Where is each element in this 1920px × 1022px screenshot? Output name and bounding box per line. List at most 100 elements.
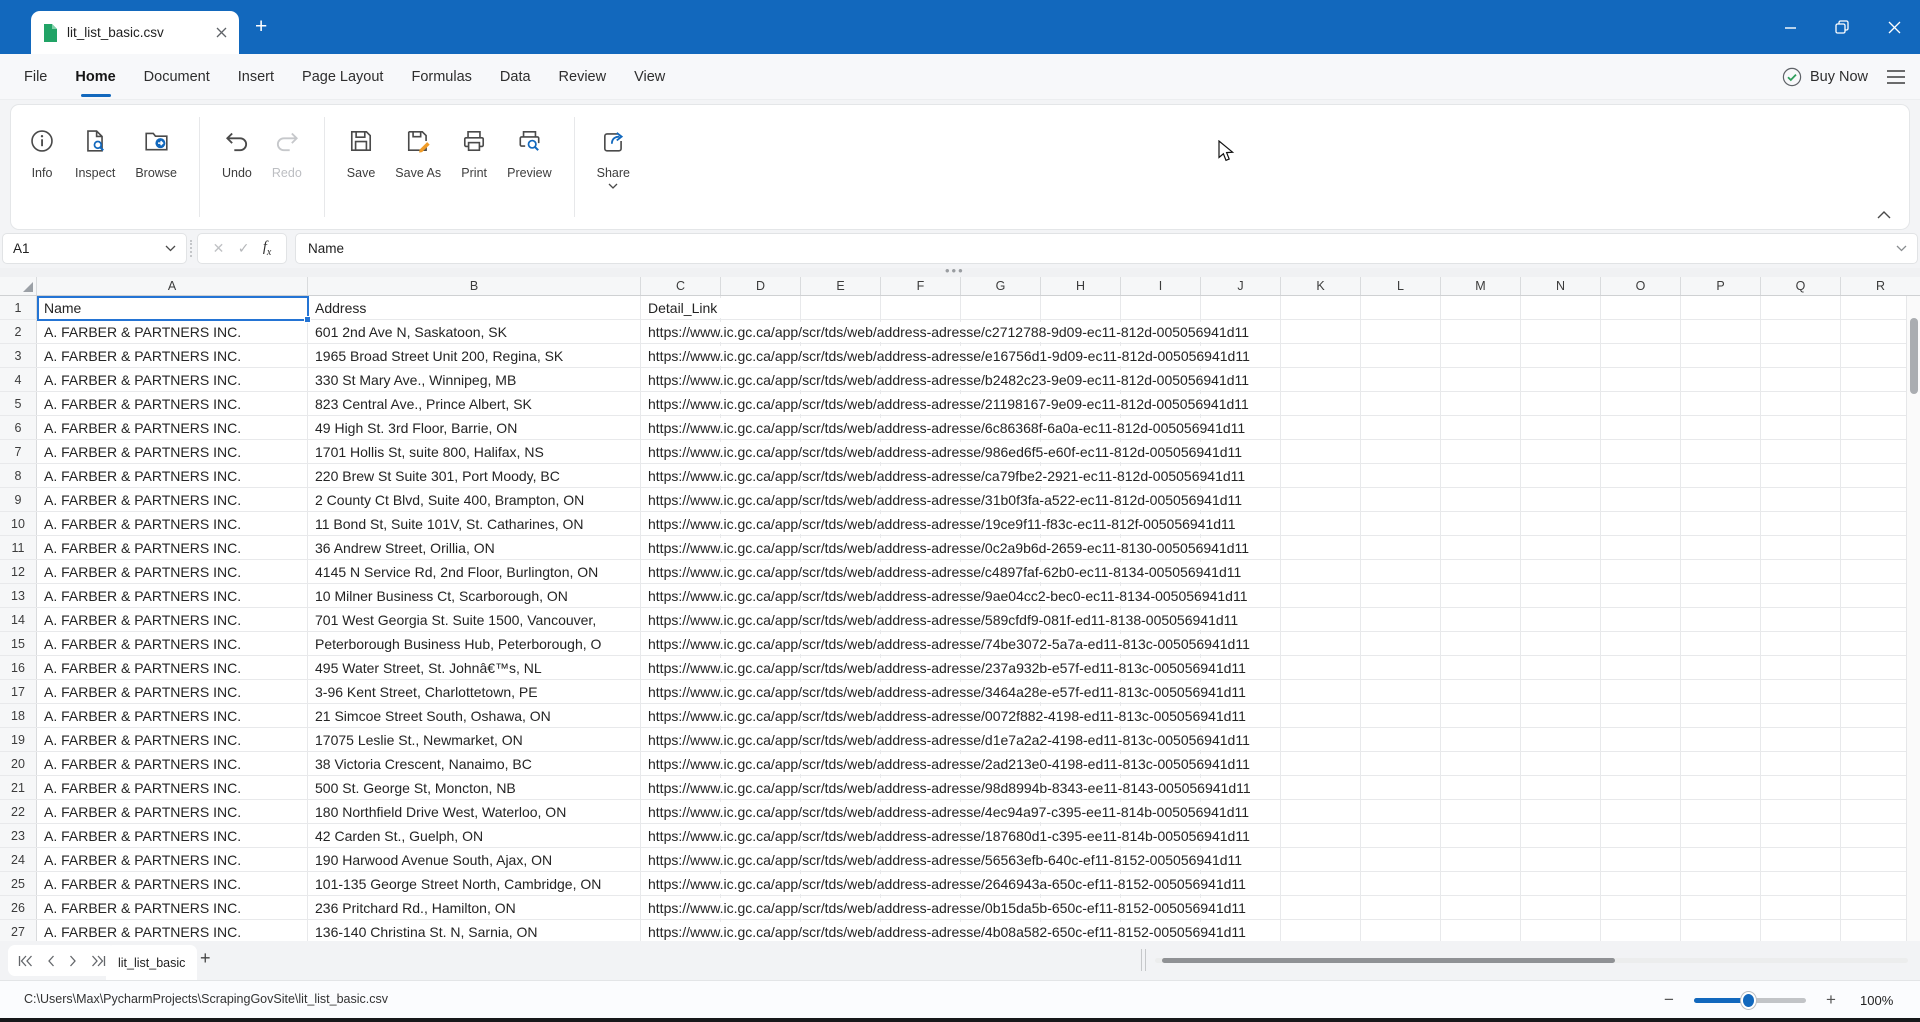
cell-b23[interactable]: 42 Carden St., Guelph, ON <box>308 824 641 847</box>
cell-c6[interactable]: https://www.ic.gc.ca/app/scr/tds/web/add… <box>641 416 1920 439</box>
cell-c10[interactable]: https://www.ic.gc.ca/app/scr/tds/web/add… <box>641 512 1920 535</box>
cell-b6[interactable]: 49 High St. 3rd Floor, Barrie, ON <box>308 416 641 439</box>
cell-c22[interactable]: https://www.ic.gc.ca/app/scr/tds/web/add… <box>641 800 1920 823</box>
column-header-a[interactable]: A <box>37 277 308 295</box>
cell-a20[interactable]: A. FARBER & PARTNERS INC. <box>37 752 308 775</box>
buy-now-button[interactable]: Buy Now <box>1782 67 1868 87</box>
document-tab[interactable]: lit_list_basic.csv <box>31 11 239 54</box>
column-header-f[interactable]: F <box>881 277 961 295</box>
column-header-m[interactable]: M <box>1441 277 1521 295</box>
minimize-icon[interactable] <box>1764 0 1816 54</box>
row-header-8[interactable]: 8 <box>0 464 37 487</box>
cell-a26[interactable]: A. FARBER & PARTNERS INC. <box>37 896 308 919</box>
name-box-chevron-icon[interactable] <box>165 245 176 252</box>
formula-input[interactable]: Name <box>295 233 1918 264</box>
cell-c2[interactable]: https://www.ic.gc.ca/app/scr/tds/web/add… <box>641 320 1920 343</box>
cell-b24[interactable]: 190 Harwood Avenue South, Ajax, ON <box>308 848 641 871</box>
menu-item-data[interactable]: Data <box>486 54 545 99</box>
cell-b20[interactable]: 38 Victoria Crescent, Nanaimo, BC <box>308 752 641 775</box>
row-header-11[interactable]: 11 <box>0 536 37 559</box>
row-header-21[interactable]: 21 <box>0 776 37 799</box>
column-header-h[interactable]: H <box>1041 277 1121 295</box>
column-header-l[interactable]: L <box>1361 277 1441 295</box>
cell-b21[interactable]: 500 St. George St, Moncton, NB <box>308 776 641 799</box>
cell-a14[interactable]: A. FARBER & PARTNERS INC. <box>37 608 308 631</box>
row-header-25[interactable]: 25 <box>0 872 37 895</box>
row-header-27[interactable]: 27 <box>0 920 37 941</box>
cell-c20[interactable]: https://www.ic.gc.ca/app/scr/tds/web/add… <box>641 752 1920 775</box>
cell-c27[interactable]: https://www.ic.gc.ca/app/scr/tds/web/add… <box>641 920 1920 941</box>
browse-button[interactable]: Browse <box>125 105 187 229</box>
cell-c13[interactable]: https://www.ic.gc.ca/app/scr/tds/web/add… <box>641 584 1920 607</box>
column-header-g[interactable]: G <box>961 277 1041 295</box>
cell-a23[interactable]: A. FARBER & PARTNERS INC. <box>37 824 308 847</box>
row-header-12[interactable]: 12 <box>0 560 37 583</box>
row-header-10[interactable]: 10 <box>0 512 37 535</box>
cell-c15[interactable]: https://www.ic.gc.ca/app/scr/tds/web/add… <box>641 632 1920 655</box>
cell-b26[interactable]: 236 Pritchard Rd., Hamilton, ON <box>308 896 641 919</box>
zoom-out-icon[interactable]: − <box>1658 990 1680 1010</box>
expand-formula-bar-icon[interactable] <box>1896 245 1907 252</box>
cell-c9[interactable]: https://www.ic.gc.ca/app/scr/tds/web/add… <box>641 488 1920 511</box>
cell-c18[interactable]: https://www.ic.gc.ca/app/scr/tds/web/add… <box>641 704 1920 727</box>
spreadsheet-grid[interactable]: ABCDEFGHIJKLMNOPQR 1 Name Address Detail_Li… <box>0 277 1920 941</box>
undo-button[interactable]: Undo <box>212 105 262 229</box>
cell-a17[interactable]: A. FARBER & PARTNERS INC. <box>37 680 308 703</box>
hamburger-menu-icon[interactable] <box>1886 70 1906 84</box>
save-button[interactable]: Save <box>337 105 386 229</box>
cell-a5[interactable]: A. FARBER & PARTNERS INC. <box>37 392 308 415</box>
row-header-6[interactable]: 6 <box>0 416 37 439</box>
row-header-15[interactable]: 15 <box>0 632 37 655</box>
menu-item-review[interactable]: Review <box>545 54 621 99</box>
cell-c19[interactable]: https://www.ic.gc.ca/app/scr/tds/web/add… <box>641 728 1920 751</box>
row-header-14[interactable]: 14 <box>0 608 37 631</box>
cell-b7[interactable]: 1701 Hollis St, suite 800, Halifax, NS <box>308 440 641 463</box>
cell-a19[interactable]: A. FARBER & PARTNERS INC. <box>37 728 308 751</box>
column-header-n[interactable]: N <box>1521 277 1601 295</box>
menu-item-view[interactable]: View <box>620 54 679 99</box>
zoom-in-icon[interactable]: + <box>1820 990 1842 1010</box>
row-header-3[interactable]: 3 <box>0 344 37 367</box>
row-header-7[interactable]: 7 <box>0 440 37 463</box>
cell-a15[interactable]: A. FARBER & PARTNERS INC. <box>37 632 308 655</box>
cell-a25[interactable]: A. FARBER & PARTNERS INC. <box>37 872 308 895</box>
cell-b12[interactable]: 4145 N Service Rd, 2nd Floor, Burlington… <box>308 560 641 583</box>
cell-b27[interactable]: 136-140 Christina St. N, Sarnia, ON <box>308 920 641 941</box>
cell-c14[interactable]: https://www.ic.gc.ca/app/scr/tds/web/add… <box>641 608 1920 631</box>
menu-item-insert[interactable]: Insert <box>224 54 288 99</box>
cell-b1[interactable]: Address <box>308 296 641 319</box>
row-header-24[interactable]: 24 <box>0 848 37 871</box>
zoom-level[interactable]: 100% <box>1842 993 1906 1008</box>
cancel-entry-icon[interactable]: ✕ <box>213 240 225 257</box>
cell-a9[interactable]: A. FARBER & PARTNERS INC. <box>37 488 308 511</box>
cell-a12[interactable]: A. FARBER & PARTNERS INC. <box>37 560 308 583</box>
restore-icon[interactable] <box>1816 0 1868 54</box>
column-header-j[interactable]: J <box>1201 277 1281 295</box>
info-button[interactable]: Info <box>19 105 65 229</box>
horizontal-scrollbar-thumb[interactable] <box>1162 958 1615 963</box>
last-sheet-icon[interactable] <box>91 955 106 967</box>
cell-a6[interactable]: A. FARBER & PARTNERS INC. <box>37 416 308 439</box>
confirm-entry-icon[interactable]: ✓ <box>238 240 250 257</box>
cell-b11[interactable]: 36 Andrew Street, Orillia, ON <box>308 536 641 559</box>
menu-item-home[interactable]: Home <box>61 54 129 99</box>
cell-c16[interactable]: https://www.ic.gc.ca/app/scr/tds/web/add… <box>641 656 1920 679</box>
cell-b22[interactable]: 180 Northfield Drive West, Waterloo, ON <box>308 800 641 823</box>
column-header-c[interactable]: C <box>641 277 721 295</box>
row-header-4[interactable]: 4 <box>0 368 37 391</box>
collapse-ribbon-icon[interactable] <box>1877 211 1891 219</box>
row-header-13[interactable]: 13 <box>0 584 37 607</box>
cell-c23[interactable]: https://www.ic.gc.ca/app/scr/tds/web/add… <box>641 824 1920 847</box>
cell-c17[interactable]: https://www.ic.gc.ca/app/scr/tds/web/add… <box>641 680 1920 703</box>
column-header-d[interactable]: D <box>721 277 801 295</box>
cell-b3[interactable]: 1965 Broad Street Unit 200, Regina, SK <box>308 344 641 367</box>
row-header-17[interactable]: 17 <box>0 680 37 703</box>
row-header-26[interactable]: 26 <box>0 896 37 919</box>
first-sheet-icon[interactable] <box>18 955 33 967</box>
menu-item-page-layout[interactable]: Page Layout <box>288 54 397 99</box>
sheetbar-splitter[interactable] <box>1141 949 1146 971</box>
cell-c4[interactable]: https://www.ic.gc.ca/app/scr/tds/web/add… <box>641 368 1920 391</box>
vertical-scrollbar-thumb[interactable] <box>1910 318 1918 394</box>
column-header-b[interactable]: B <box>308 277 641 295</box>
cell-b10[interactable]: 11 Bond St, Suite 101V, St. Catharines, … <box>308 512 641 535</box>
